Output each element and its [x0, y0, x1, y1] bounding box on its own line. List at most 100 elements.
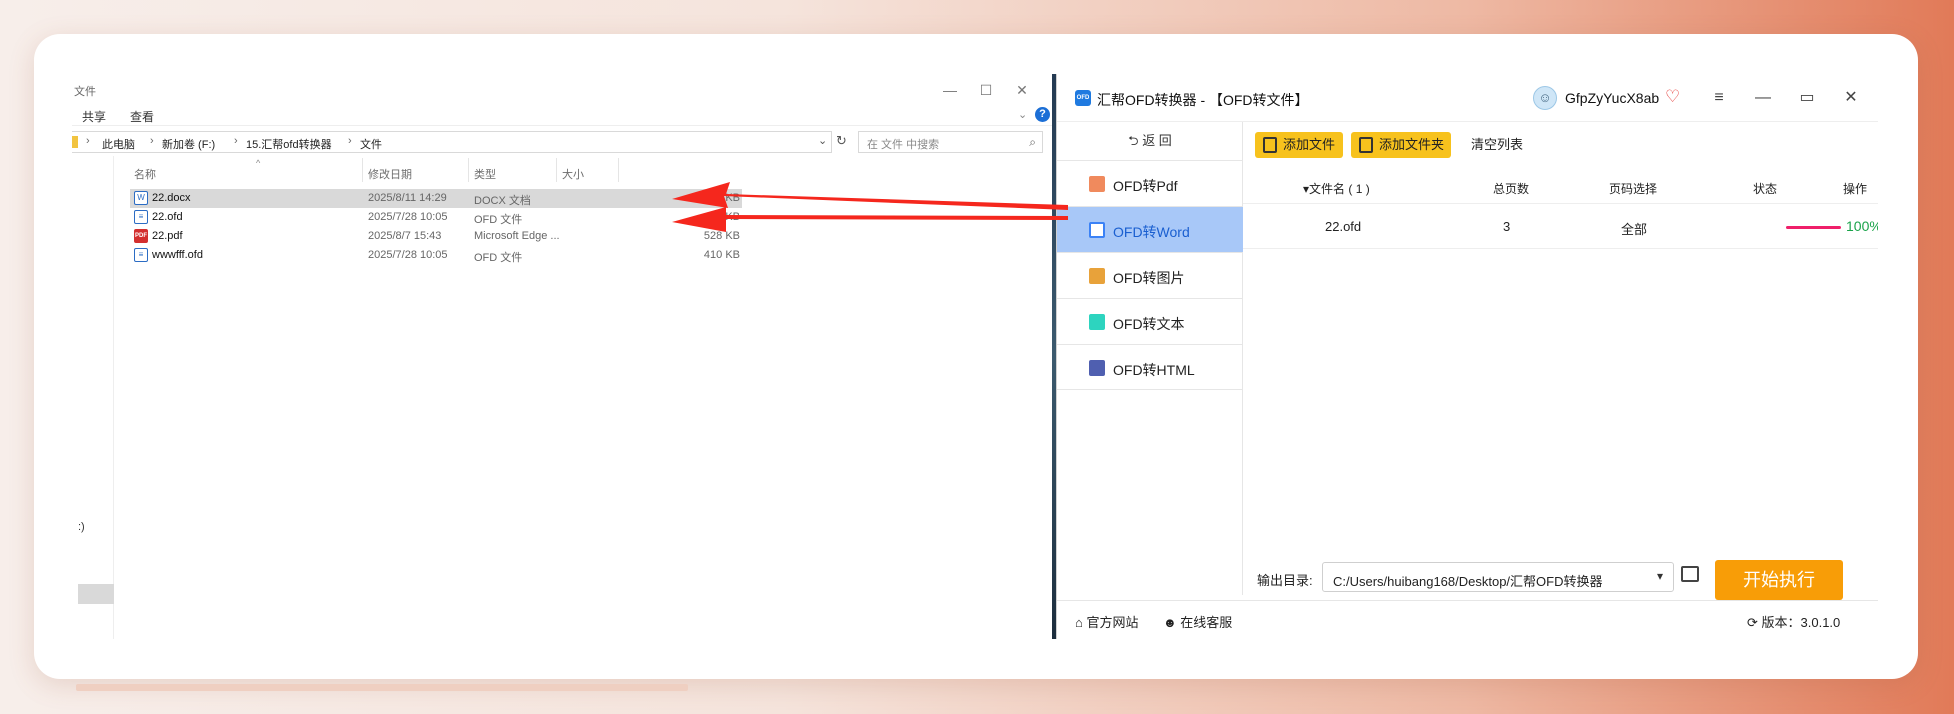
converter-toolbar: 添加文件 添加文件夹 清空列表 [1243, 122, 1878, 170]
menu-ofd-to-pdf[interactable]: OFD转Pdf [1057, 160, 1243, 206]
search-icon: ⌕ [1029, 135, 1036, 149]
column-size[interactable]: 大小 [562, 166, 584, 182]
minimize-button[interactable]: — [930, 79, 970, 101]
column-type[interactable]: 类型 [474, 166, 496, 182]
column-name[interactable]: 名称 [134, 166, 156, 182]
progress-bar [1786, 226, 1841, 229]
add-folder-button[interactable]: 添加文件夹 [1351, 132, 1451, 158]
refresh-icon[interactable]: ↻ [836, 133, 847, 149]
menu-ofd-to-word[interactable]: OFD转Word [1057, 206, 1243, 252]
add-folder-label: 添加文件夹 [1379, 137, 1445, 152]
progress-value: 100% [1846, 218, 1878, 234]
maximize-button[interactable]: ☐ [966, 79, 1006, 101]
file-explorer-window: 文件 — ☐ ✕ 共享 查看 ⌄ ? › 此电脑 › 新加卷 (F:) › 15… [72, 74, 1052, 639]
converter-titlebar: OFD 汇帮OFD转换器 - 【OFD转文件】 ☺ GfpZyYucX8ab ♡… [1057, 74, 1878, 122]
user-avatar[interactable]: ☺ [1533, 86, 1557, 110]
row-page-select[interactable]: 全部 [1621, 219, 1647, 238]
close-button[interactable]: ✕ [1002, 79, 1042, 101]
menu-icon[interactable]: ≡ [1705, 86, 1733, 110]
nav-pane-item[interactable]: :) [78, 521, 85, 533]
menu-label: OFD转Word [1113, 224, 1190, 240]
column-actions: 操作 [1843, 182, 1868, 196]
clear-list-button[interactable]: 清空列表 [1471, 132, 1523, 158]
add-folder-icon [1359, 137, 1373, 153]
file-list-header: ^ 名称 修改日期 类型 大小 [130, 158, 750, 182]
row-filename: 22.ofd [1325, 219, 1362, 234]
breadcrumb-this-pc[interactable]: 此电脑 [102, 136, 135, 152]
output-directory-bar: 输出目录: C:/Users/huibang168/Desktop/汇帮OFD转… [1243, 559, 1878, 600]
column-date[interactable]: 修改日期 [368, 166, 412, 182]
file-row[interactable]: W 22.docx 2025/8/11 14:29 DOCX 文档 193 KB [130, 189, 742, 208]
file-date: 2025/7/28 10:05 [368, 249, 448, 261]
breadcrumb-separator: › [234, 135, 238, 147]
ofd-converter-window: OFD 汇帮OFD转换器 - 【OFD转文件】 ☺ GfpZyYucX8ab ♡… [1056, 74, 1878, 639]
search-input[interactable]: 在 文件 中搜索 ⌕ [858, 131, 1043, 153]
column-divider[interactable] [618, 158, 619, 182]
text-icon [1089, 314, 1105, 330]
converter-footer: ⌂ 官方网站 ☻ 在线客服 ⟳ 版本：3.0.1.0 [1057, 600, 1878, 639]
tab-view[interactable]: 查看 [130, 108, 154, 125]
menu-ofd-to-html[interactable]: OFD转HTML [1057, 344, 1243, 390]
html-icon [1089, 360, 1105, 376]
file-name: 22.docx [152, 192, 191, 204]
dropdown-icon: ▾ [1656, 569, 1663, 583]
output-path-select[interactable]: C:/Users/huibang168/Desktop/汇帮OFD转换器 ▾ [1322, 562, 1674, 592]
add-file-icon [1263, 137, 1277, 153]
column-page-select: 页码选择 [1609, 182, 1658, 196]
file-date: 2025/8/7 15:43 [368, 230, 442, 242]
breadcrumb-folder[interactable]: 15.汇帮ofd转换器 [246, 136, 332, 152]
close-button[interactable]: ✕ [1837, 86, 1865, 110]
address-bar[interactable]: › 此电脑 › 新加卷 (F:) › 15.汇帮ofd转换器 › 文件 ⌄ [72, 131, 832, 153]
add-file-label: 添加文件 [1283, 137, 1336, 152]
column-divider[interactable] [362, 158, 363, 182]
file-type: OFD 文件 [474, 252, 523, 264]
file-type: Microsoft Edge ... [474, 230, 560, 242]
ribbon-collapse-icon[interactable]: ⌄ [1018, 108, 1027, 121]
tab-share[interactable]: 共享 [82, 108, 106, 125]
table-row[interactable]: 22.ofd 3 全部 100% 🗑 [1243, 204, 1878, 249]
sort-caret-icon: ^ [256, 158, 261, 168]
app-logo-icon: OFD [1075, 90, 1091, 106]
file-row[interactable]: ≡ 22.ofd 2025/7/28 10:05 OFD 文件 109 KB [130, 208, 742, 227]
explorer-titlebar: 文件 — ☐ ✕ [72, 74, 1052, 104]
breadcrumb-drive[interactable]: 新加卷 (F:) [162, 136, 215, 152]
breadcrumb-separator: › [150, 135, 154, 147]
file-type: OFD 文件 [474, 214, 523, 226]
add-file-button[interactable]: 添加文件 [1255, 132, 1343, 158]
decorative-bar [76, 684, 688, 691]
back-button[interactable]: ⮌ 返 回 [1057, 122, 1243, 160]
menu-ofd-to-text[interactable]: OFD转文本 [1057, 298, 1243, 344]
address-dropdown-icon[interactable]: ⌄ [818, 134, 827, 147]
column-total-pages: 总页数 [1493, 182, 1530, 196]
column-filename[interactable]: ▾文件名 ( 1 ) [1303, 180, 1370, 197]
maximize-button[interactable]: ▭ [1793, 86, 1821, 110]
search-placeholder: 在 文件 中搜索 [867, 139, 940, 151]
minimize-button[interactable]: — [1749, 86, 1777, 110]
word-doc-icon: W [134, 191, 148, 205]
breadcrumb-separator: › [86, 135, 90, 147]
menu-ofd-to-image[interactable]: OFD转图片 [1057, 252, 1243, 298]
row-pages: 3 [1503, 219, 1511, 234]
start-button[interactable]: 开始执行 [1715, 560, 1843, 600]
website-link[interactable]: ⌂ 官方网站 [1075, 612, 1138, 631]
breadcrumb-current[interactable]: 文件 [360, 136, 382, 152]
file-row[interactable]: PDF 22.pdf 2025/8/7 15:43 Microsoft Edge… [130, 227, 742, 246]
support-link[interactable]: ☻ 在线客服 [1163, 612, 1232, 631]
open-folder-icon[interactable] [1681, 566, 1699, 582]
help-icon[interactable]: ? [1035, 107, 1050, 122]
username[interactable]: GfpZyYucX8ab [1565, 90, 1659, 106]
navigation-pane: :) [72, 156, 114, 639]
file-name: 22.ofd [152, 211, 183, 223]
column-divider[interactable] [556, 158, 557, 182]
column-divider[interactable] [468, 158, 469, 182]
output-path-value: C:/Users/huibang168/Desktop/汇帮OFD转换器 [1333, 574, 1603, 589]
image-icon [1089, 268, 1105, 284]
conversion-sidebar: ⮌ 返 回 OFD转Pdf OFD转Word OFD转图片 OFD转文本 OFD… [1057, 122, 1243, 595]
vip-heart-icon[interactable]: ♡ [1665, 87, 1680, 107]
ofd-file-icon: ≡ [134, 248, 148, 262]
support-label: 在线客服 [1180, 615, 1233, 630]
file-row[interactable]: ≡ wwwfff.ofd 2025/7/28 10:05 OFD 文件 410 … [130, 246, 742, 265]
pdf-icon [1089, 176, 1105, 192]
nav-pane-selected-item[interactable] [78, 584, 114, 604]
file-size: 528 KB [703, 230, 740, 242]
